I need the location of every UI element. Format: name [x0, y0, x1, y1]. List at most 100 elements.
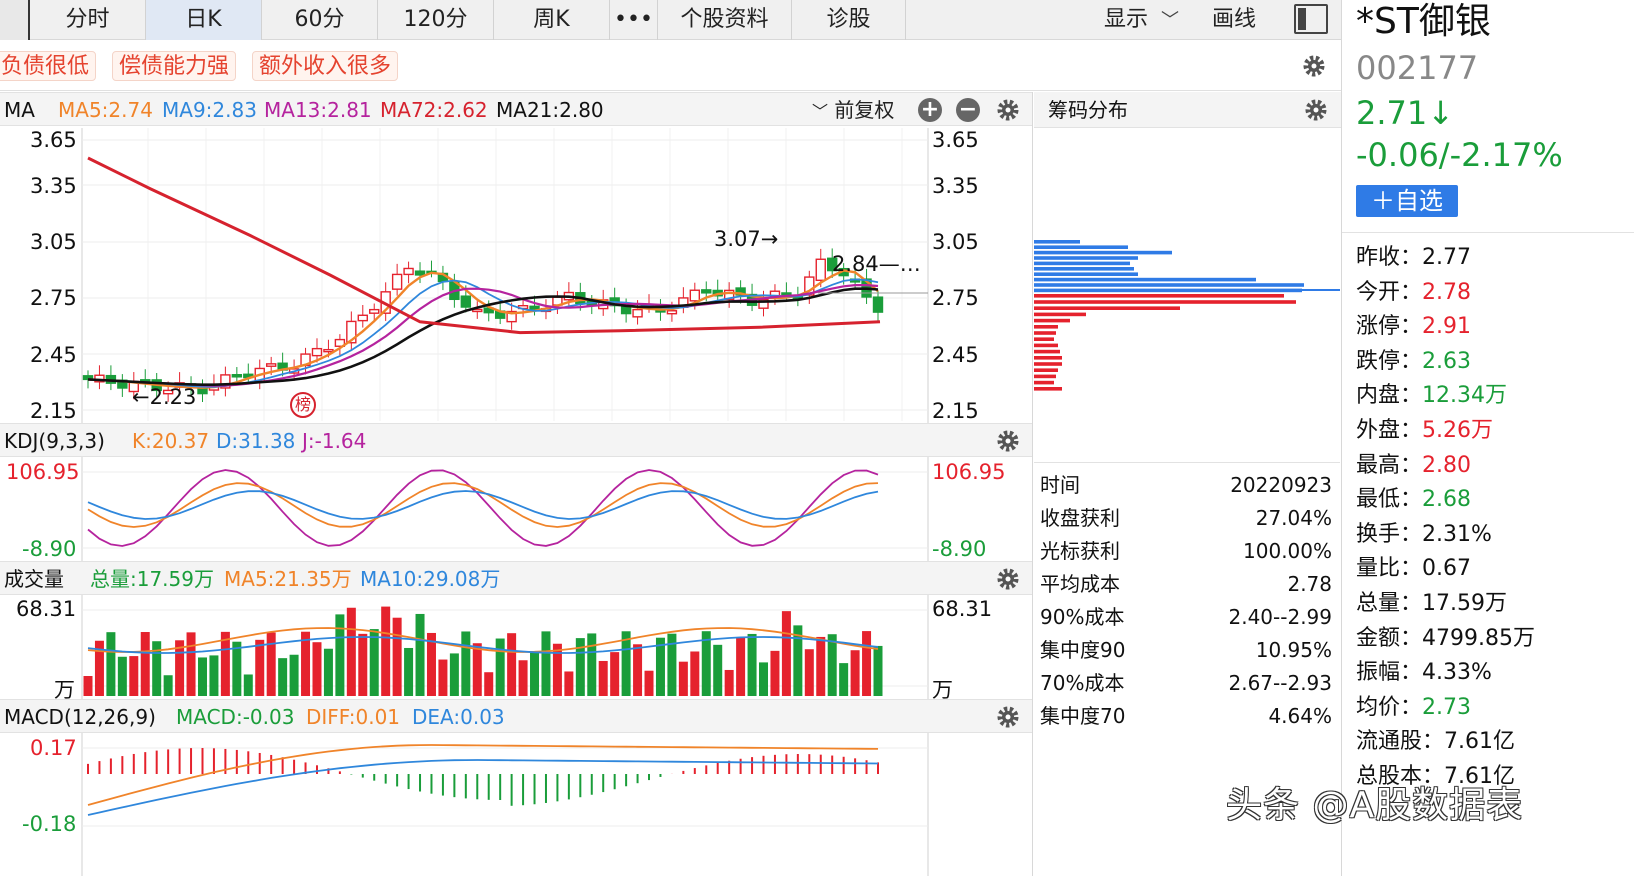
volume-bar — [381, 606, 391, 696]
price-tick-right: 3.65 — [932, 128, 979, 152]
quote-stat-value: 0.67 — [1422, 556, 1471, 582]
cursor-price-label: 2.84—… — [832, 252, 921, 276]
price-tick-left: 2.75 — [30, 286, 77, 310]
watermark-text: 头条 @A股数据表 — [1226, 785, 1524, 826]
chip-stat-key: 70%成本 — [1040, 671, 1125, 695]
macd-value: MACD:-0.03 — [176, 705, 295, 729]
chip-stat-key: 收盘获利 — [1040, 506, 1120, 530]
quote-stat-key: 最高： — [1356, 452, 1423, 478]
macd-diff-line — [87, 744, 879, 806]
display-menu-button[interactable]: 显示 ﹀ — [1104, 0, 1179, 40]
quote-stat-value: 2.77 — [1422, 245, 1471, 270]
gear-icon[interactable] — [1304, 98, 1328, 122]
price-tick-left: 2.45 — [30, 343, 77, 367]
price-tick-right: 2.45 — [932, 343, 979, 367]
gear-icon[interactable] — [996, 567, 1020, 591]
volume-ma5: MA5:21.35万 — [224, 567, 352, 591]
volume-bar — [724, 669, 734, 696]
chip-bar-red — [1034, 337, 1054, 341]
quote-stat-value: 2.91 — [1422, 314, 1471, 340]
candle-body — [403, 267, 414, 276]
volume-bar — [678, 661, 688, 696]
volume-panel-header: 成交量 总量:17.59万 MA5:21.35万 MA10:29.08万 — [0, 561, 1032, 595]
candle-body — [369, 308, 380, 314]
chip-bar-red — [1034, 294, 1284, 298]
quote-stat-value: 2.68 — [1422, 487, 1471, 513]
chip-bar-red — [1034, 380, 1054, 385]
volume-bar — [266, 632, 276, 696]
chip-bar-blue — [1034, 240, 1080, 244]
chip-stat-key: 集中度70 — [1040, 704, 1126, 728]
gear-icon[interactable] — [1302, 54, 1326, 78]
quote-stat-row: 总量：17.59万 — [1356, 587, 1507, 621]
chip-bar-red — [1034, 362, 1062, 366]
candle-body — [632, 308, 643, 318]
chip-stat-value: 2.67--2.93 — [1228, 671, 1333, 695]
volume-bar — [633, 644, 643, 696]
candle-body — [460, 295, 472, 308]
candle-body — [689, 289, 701, 302]
chip-stat-key: 平均成本 — [1040, 572, 1120, 596]
chip-bar-red — [1034, 343, 1058, 348]
volume-bar — [862, 631, 872, 696]
chip-bar-red — [1034, 312, 1086, 317]
quote-stat-key: 内盘： — [1356, 383, 1423, 409]
quote-stat-value: 4.33% — [1422, 660, 1492, 686]
display-label: 显示 — [1104, 7, 1149, 32]
chip-distribution-chart[interactable] — [1034, 128, 1340, 458]
volume-bar — [816, 636, 826, 696]
chip-stat-value: 2.40--2.99 — [1228, 605, 1333, 629]
volume-bar — [484, 672, 494, 696]
chip-stat-row: 90%成本 2.40--2.99 — [1040, 601, 1332, 634]
draw-line-button[interactable]: 画线 — [1212, 0, 1256, 40]
quote-stat-value: 2.78 — [1422, 279, 1471, 305]
price-change: -0.06/-2.17% — [1356, 136, 1563, 174]
high-price-marker: 3.07→ — [714, 227, 779, 251]
candle-body — [357, 314, 368, 322]
chip-bar-red — [1034, 356, 1062, 360]
volume-bar — [289, 654, 299, 696]
quote-stat-key: 流通股： — [1356, 729, 1445, 755]
stock-name: *ST御银 — [1356, 1, 1491, 42]
volume-bar — [129, 656, 139, 696]
volume-bar — [197, 657, 207, 696]
chip-bar-red — [1034, 387, 1062, 391]
chip-stat-value: 4.64% — [1268, 704, 1332, 728]
chip-stat-value: 27.04% — [1255, 506, 1332, 530]
kdj-top-label-right: 106.95 — [932, 460, 1006, 484]
ranking-badge-icon[interactable]: 榜 — [290, 392, 316, 418]
candle-body — [529, 305, 540, 310]
chip-stat-row: 收盘获利 27.04% — [1040, 502, 1332, 535]
chip-stat-value: 10.95% — [1255, 638, 1332, 662]
chip-stat-row: 70%成本 2.67--2.93 — [1040, 667, 1332, 700]
chip-stat-key: 90%成本 — [1040, 605, 1125, 629]
volume-bar — [449, 653, 459, 696]
volume-bar — [438, 659, 448, 696]
low-price-marker: ←2.23 — [132, 385, 197, 409]
volume-top-label: 68.31 — [16, 597, 77, 621]
quote-stat-key: 金额： — [1356, 625, 1423, 651]
volume-bar — [873, 645, 883, 696]
kdj-bottom-label-right: -8.90 — [932, 537, 987, 561]
price-tick-right: 3.05 — [932, 230, 979, 254]
quote-stat-row: 最低：2.68 — [1356, 483, 1471, 517]
quote-stat-value: 12.34万 — [1422, 383, 1507, 409]
volume-bar — [564, 671, 574, 696]
gear-icon[interactable] — [996, 429, 1020, 453]
price-tick-left: 2.15 — [30, 399, 77, 423]
volume-bar — [598, 660, 608, 696]
quote-stat-key: 跌停： — [1356, 348, 1423, 374]
chip-stat-row: 光标获利 100.00% — [1040, 535, 1332, 568]
volume-bar — [163, 675, 173, 696]
macd-diff: DIFF:0.01 — [306, 705, 401, 729]
macd-dea: DEA:0.03 — [412, 705, 505, 729]
volume-bar — [278, 658, 288, 696]
add-watchlist-button[interactable]: ＋自选 — [1356, 185, 1458, 217]
volume-bar — [690, 651, 700, 696]
gear-icon[interactable] — [996, 705, 1020, 729]
sidebar-toggle-icon[interactable] — [1294, 4, 1328, 34]
chip-bar-red — [1034, 306, 1180, 310]
quote-stat-row: 均价：2.73 — [1356, 691, 1471, 725]
kdj-j-value: J:-1.64 — [302, 429, 367, 453]
kdj-j-line — [87, 469, 879, 547]
